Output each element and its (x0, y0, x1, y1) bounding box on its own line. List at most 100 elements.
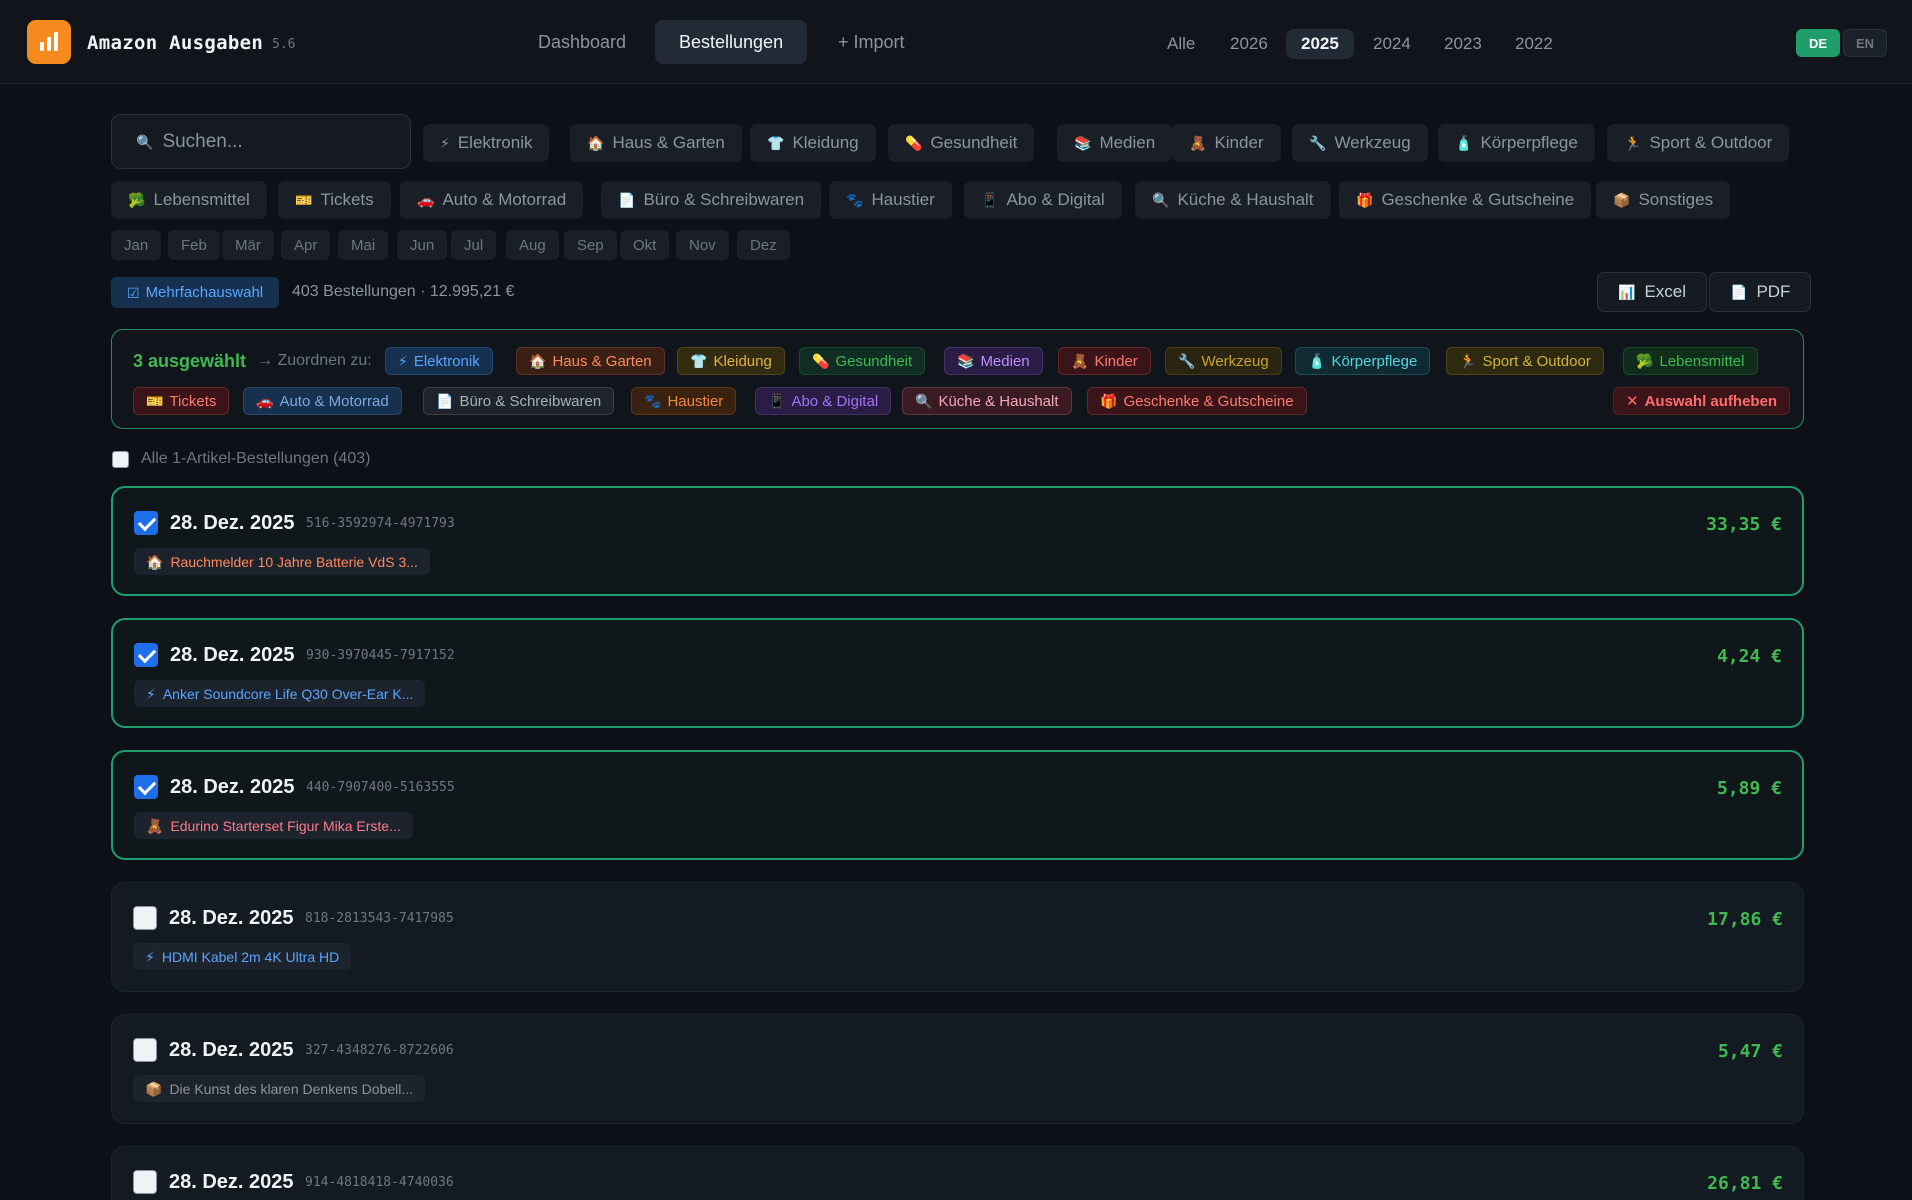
search-placeholder: Suchen... (162, 130, 243, 152)
assign-category-label: Haus & Garten (552, 352, 652, 370)
order-card[interactable]: 28. Dez. 2025 516-3592974-4971793 33,35 € 🏠… (111, 486, 1804, 596)
assign-abo-digital-button[interactable]: 📱 Abo & Digital (755, 387, 892, 415)
assign-category-label: Kleidung (713, 352, 772, 370)
category-filter-gesundheit[interactable]: 💊 Gesundheit (888, 124, 1035, 162)
assign-auto-motorrad-button[interactable]: 🚗 Auto & Motorrad (243, 387, 402, 415)
order-checkbox[interactable] (133, 906, 157, 930)
year-filter-2025[interactable]: 2025 (1286, 29, 1354, 59)
category-filter-geschenke-gutscheine[interactable]: 🎁 Geschenke & Gutscheine (1339, 181, 1592, 219)
order-card[interactable]: 28. Dez. 2025 914-4818418-4740036 26,81 € (111, 1146, 1804, 1200)
tab-import[interactable]: + Import (814, 20, 929, 64)
select-all-row[interactable]: Alle 1-Artikel-Bestellungen (403) (112, 450, 370, 468)
multi-select-label: Mehrfachauswahl (145, 284, 264, 301)
order-id: 327-4348276-8722606 (305, 1043, 454, 1058)
assign-werkzeug-button[interactable]: 🔧 Werkzeug (1165, 347, 1282, 375)
assign-category-label: Haustier (667, 392, 724, 410)
assign-buero-schreibwaren-button[interactable]: 📄 Büro & Schreibwaren (423, 387, 615, 415)
assign-gesundheit-button[interactable]: 💊 Gesundheit (799, 347, 926, 375)
phone-icon: 📱 (768, 393, 786, 409)
year-filter-2026[interactable]: 2026 (1215, 29, 1283, 59)
month-filter-nov[interactable]: Nov (676, 230, 729, 260)
month-filter-apr[interactable]: Apr (281, 230, 331, 260)
month-filter-jan[interactable]: Jan (111, 230, 162, 260)
category-filter-sport-outdoor[interactable]: 🏃 Sport & Outdoor (1607, 124, 1790, 162)
month-filter-mai[interactable]: Mai (338, 230, 389, 260)
month-filter-aug[interactable]: Aug (506, 230, 559, 260)
order-item-chip: 🏠 Rauchmelder 10 Jahre Batterie VdS 3... (134, 548, 430, 575)
bar-chart-logo-icon (27, 20, 71, 64)
language-de-button[interactable]: DE (1796, 29, 1840, 57)
year-filter-2022[interactable]: 2022 (1500, 29, 1568, 59)
assign-geschenke-gutscheine-button[interactable]: 🎁 Geschenke & Gutscheine (1087, 387, 1307, 415)
category-filter-kinder[interactable]: 🧸 Kinder (1172, 124, 1281, 162)
month-filter-dez[interactable]: Dez (737, 230, 790, 260)
order-id: 914-4818418-4740036 (305, 1175, 454, 1190)
order-checkbox[interactable] (133, 1038, 157, 1062)
assign-tickets-button[interactable]: 🎫 Tickets (133, 387, 230, 415)
order-card[interactable]: 28. Dez. 2025 440-7907400-5163555 5,89 € 🧸 E… (111, 750, 1804, 860)
runner-icon: 🏃 (1624, 135, 1642, 151)
clear-selection-button[interactable]: ✕ Auswahl aufheben (1613, 387, 1791, 415)
export-pdf-button[interactable]: 📄 PDF (1709, 272, 1812, 312)
shirt-icon: 👕 (767, 135, 785, 151)
search-input[interactable]: 🔍 Suchen... (111, 114, 411, 169)
assign-kueche-haushalt-button[interactable]: 🔍 Küche & Haushalt (902, 387, 1072, 415)
assign-category-label: Abo & Digital (791, 392, 879, 410)
category-filter-haus-garten[interactable]: 🏠 Haus & Garten (570, 124, 742, 162)
tab-dashboard[interactable]: Dashboard (514, 20, 650, 64)
assign-lebensmittel-button[interactable]: 🥦 Lebensmittel (1623, 347, 1758, 375)
pdf-label: PDF (1756, 282, 1791, 301)
category-filter-label: Haustier (871, 190, 935, 209)
clear-selection-label: Auswahl aufheben (1644, 392, 1778, 410)
assign-kinder-button[interactable]: 🧸 Kinder (1058, 347, 1151, 375)
order-checkbox[interactable] (134, 643, 158, 667)
assign-haustier-button[interactable]: 🐾 Haustier (631, 387, 737, 415)
assign-category-label: Lebensmittel (1659, 352, 1745, 370)
month-filter-sep[interactable]: Sep (564, 230, 617, 260)
language-en-button[interactable]: EN (1843, 29, 1887, 57)
assign-elektronik-button[interactable]: ⚡ Elektronik (385, 347, 493, 375)
package-icon: 📦 (145, 1080, 163, 1097)
category-filter-lebensmittel[interactable]: 🥦 Lebensmittel (111, 181, 267, 219)
category-filter-buero-schreibwaren[interactable]: 📄 Büro & Schreibwaren (601, 181, 822, 219)
year-filter-alle[interactable]: Alle (1152, 29, 1210, 59)
assign-sport-outdoor-button[interactable]: 🏃 Sport & Outdoor (1446, 347, 1604, 375)
order-card[interactable]: 28. Dez. 2025 930-3970445-7917152 4,24 € ⚡ A… (111, 618, 1804, 728)
category-filter-kleidung[interactable]: 👕 Kleidung (750, 124, 876, 162)
category-filter-auto-motorrad[interactable]: 🚗 Auto & Motorrad (400, 181, 584, 219)
month-filter-jul[interactable]: Jul (451, 230, 497, 260)
order-card[interactable]: 28. Dez. 2025 818-2813543-7417985 17,86 € ⚡… (111, 882, 1804, 992)
assign-kleidung-button[interactable]: 👕 Kleidung (677, 347, 785, 375)
year-filter-2024[interactable]: 2024 (1358, 29, 1426, 59)
category-filter-tickets[interactable]: 🎫 Tickets (278, 181, 391, 219)
category-filter-haustier[interactable]: 🐾 Haustier (829, 181, 952, 219)
month-filter-maer[interactable]: Mär (222, 230, 274, 260)
order-card[interactable]: 28. Dez. 2025 327-4348276-8722606 5,47 € 📦 D… (111, 1014, 1804, 1124)
category-filter-koerperpflege[interactable]: 🧴 Körperpflege (1438, 124, 1595, 162)
tab-bestellungen[interactable]: Bestellungen (655, 20, 808, 64)
select-all-checkbox[interactable] (112, 450, 129, 468)
category-filter-abo-digital[interactable]: 📱 Abo & Digital (964, 181, 1122, 219)
assign-koerperpflege-button[interactable]: 🧴 Körperpflege (1295, 347, 1431, 375)
category-filter-elektronik[interactable]: ⚡ Elektronik (423, 124, 550, 162)
export-excel-button[interactable]: 📊 Excel (1597, 272, 1708, 312)
order-checkbox[interactable] (134, 775, 158, 799)
month-filter-feb[interactable]: Feb (168, 230, 220, 260)
year-filter-2023[interactable]: 2023 (1429, 29, 1497, 59)
category-filter-werkzeug[interactable]: 🔧 Werkzeug (1292, 124, 1428, 162)
category-filter-kueche-haushalt[interactable]: 🔍 Küche & Haushalt (1135, 181, 1331, 219)
assign-haus-garten-button[interactable]: 🏠 Haus & Garten (516, 347, 665, 375)
month-filter-jun[interactable]: Jun (397, 230, 448, 260)
order-date: 28. Dez. 2025 (170, 644, 295, 666)
close-icon: ✕ (1626, 393, 1639, 410)
month-filter-okt[interactable]: Okt (620, 230, 670, 260)
assign-medien-button[interactable]: 📚 Medien (944, 347, 1043, 375)
select-all-label: Alle 1-Artikel-Bestellungen (403) (141, 450, 371, 467)
multi-select-toggle[interactable]: ☑ Mehrfachauswahl (111, 277, 280, 308)
order-checkbox[interactable] (134, 511, 158, 535)
category-filter-medien[interactable]: 📚 Medien (1057, 124, 1173, 162)
category-filter-sonstiges[interactable]: 📦 Sonstiges (1596, 181, 1731, 219)
chart-icon: 📊 (1618, 284, 1636, 300)
order-checkbox[interactable] (133, 1170, 157, 1194)
lotion-bottle-icon: 🧴 (1308, 353, 1326, 369)
